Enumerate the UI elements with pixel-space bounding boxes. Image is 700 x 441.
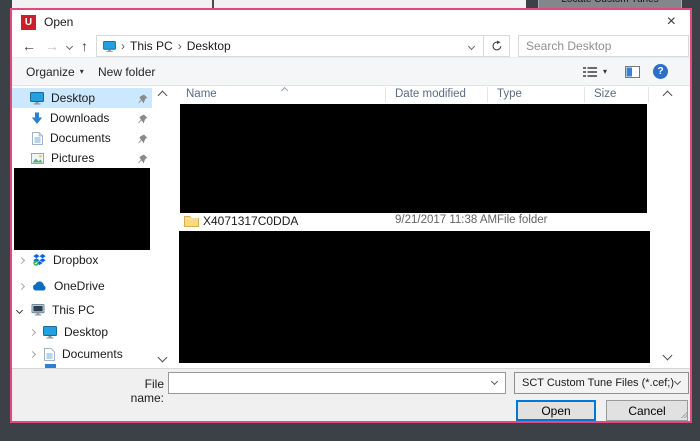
sidebar-item-onedrive[interactable]: OneDrive <box>12 276 152 296</box>
forward-icon[interactable]: → <box>45 34 59 58</box>
desktop-icon <box>30 92 44 105</box>
file-name-combobox <box>168 372 506 394</box>
organize-button[interactable]: Organize ▾ <box>26 58 84 85</box>
pictures-icon <box>31 153 44 164</box>
expander-icon[interactable] <box>29 328 36 335</box>
help-icon: ? <box>653 64 668 79</box>
resize-grip[interactable] <box>681 412 687 418</box>
expander-icon[interactable] <box>29 350 36 357</box>
file-list: Name Date modified Type Size X4071317C0D… <box>176 86 690 368</box>
breadcrumb-separator: › <box>121 39 125 53</box>
file-name-dropdown-icon[interactable] <box>491 378 498 385</box>
this-pc-icon <box>31 304 45 316</box>
help-button[interactable]: ? <box>653 58 668 85</box>
preview-pane-icon <box>625 66 640 78</box>
this-pc-icon <box>103 41 116 52</box>
sidebar-item-dropbox[interactable]: Dropbox <box>12 250 152 270</box>
details-view-icon <box>582 66 598 78</box>
background-app-divider <box>212 0 214 8</box>
sidebar-item-desktop[interactable]: Desktop <box>12 88 152 108</box>
redacted-region <box>14 168 150 250</box>
refresh-button[interactable] <box>484 35 510 57</box>
app-icon: U <box>21 15 36 30</box>
file-type-combobox[interactable]: SCT Custom Tune Files (*.cef;) <box>514 372 689 394</box>
scroll-up-icon[interactable] <box>158 91 168 101</box>
open-button[interactable]: Open <box>516 400 596 421</box>
refresh-icon <box>491 40 503 52</box>
navigation-row: ← → ↑ › This PC › Desktop <box>12 34 690 58</box>
organize-caret-icon: ▾ <box>80 67 84 76</box>
documents-icon <box>32 132 43 145</box>
pin-icon[interactable] <box>138 133 148 147</box>
file-row-x4071317c0dda[interactable]: X4071317C0DDA 9/21/2017 11:38 AM File fo… <box>176 213 650 231</box>
sort-ascending-icon <box>281 87 288 94</box>
file-date-modified: 9/21/2017 11:38 AM <box>395 214 497 226</box>
file-type-dropdown-icon <box>674 378 681 385</box>
pin-icon[interactable] <box>138 93 148 107</box>
sidebar-item-documents[interactable]: Documents <box>12 128 152 148</box>
file-type: File folder <box>497 214 548 226</box>
expander-icon[interactable] <box>18 282 25 289</box>
address-bar[interactable]: › This PC › Desktop <box>96 35 484 57</box>
address-dropdown-icon[interactable] <box>469 38 474 52</box>
cancel-button[interactable]: Cancel <box>606 400 688 421</box>
scroll-up-icon[interactable] <box>663 91 673 101</box>
title-bar[interactable]: U Open × <box>12 10 690 34</box>
search-box <box>518 35 689 57</box>
history-chevron-icon[interactable] <box>67 34 72 58</box>
desktop-icon <box>43 326 57 339</box>
screen: Locate Custom Tunes U Open × ← → ↑ › Thi… <box>0 0 700 441</box>
open-dialog: U Open × ← → ↑ › This PC › Desktop <box>10 8 692 423</box>
breadcrumb-this-pc[interactable]: This PC <box>130 39 173 53</box>
redacted-region <box>179 231 650 363</box>
new-folder-button[interactable]: New folder <box>98 58 155 85</box>
downloads-icon <box>31 112 43 125</box>
dropbox-icon <box>33 254 46 266</box>
close-icon[interactable]: × <box>667 14 676 30</box>
column-header-size[interactable]: Size <box>594 88 616 100</box>
pin-icon[interactable] <box>138 153 148 167</box>
onedrive-icon <box>32 281 47 291</box>
column-header-name[interactable]: Name <box>186 88 217 100</box>
column-header-type[interactable]: Type <box>497 88 522 100</box>
documents-icon <box>44 348 55 361</box>
dialog-footer: File name: SCT Custom Tune Files (*.cef;… <box>12 368 690 421</box>
file-type-value: SCT Custom Tune Files (*.cef;) <box>515 377 675 389</box>
sidebar-item-downloads[interactable]: Downloads <box>12 108 152 128</box>
sidebar-item-this-pc-documents[interactable]: Documents <box>12 344 152 364</box>
scroll-down-icon[interactable] <box>663 351 673 361</box>
command-toolbar: Organize ▾ New folder ▾ <box>12 58 690 86</box>
file-name-label: File name: <box>108 377 164 405</box>
sidebar-item-pictures[interactable]: Pictures <box>12 148 152 168</box>
background-app-strip <box>12 0 526 8</box>
file-name-input[interactable] <box>169 376 492 390</box>
dialog-title: Open <box>44 15 73 29</box>
scroll-down-icon[interactable] <box>158 353 168 363</box>
file-name: X4071317C0DDA <box>203 214 298 228</box>
preview-pane-button[interactable] <box>625 58 640 85</box>
view-mode-button[interactable]: ▾ <box>582 58 607 85</box>
breadcrumb-desktop[interactable]: Desktop <box>187 39 231 53</box>
expander-icon[interactable] <box>16 306 23 313</box>
content-area: Desktop Downloads <box>12 86 690 368</box>
sidebar-item-this-pc[interactable]: This PC <box>12 300 152 320</box>
column-header-date-modified[interactable]: Date modified <box>395 88 466 100</box>
breadcrumb-separator: › <box>178 39 182 53</box>
search-input[interactable] <box>519 39 681 53</box>
up-icon[interactable]: ↑ <box>81 34 88 58</box>
expander-icon[interactable] <box>18 256 25 263</box>
view-mode-caret-icon: ▾ <box>603 67 607 76</box>
sidebar-item-this-pc-desktop[interactable]: Desktop <box>12 322 152 342</box>
pin-icon[interactable] <box>138 113 148 127</box>
folder-icon <box>184 215 199 227</box>
redacted-region <box>180 104 647 213</box>
back-icon[interactable]: ← <box>22 34 36 58</box>
